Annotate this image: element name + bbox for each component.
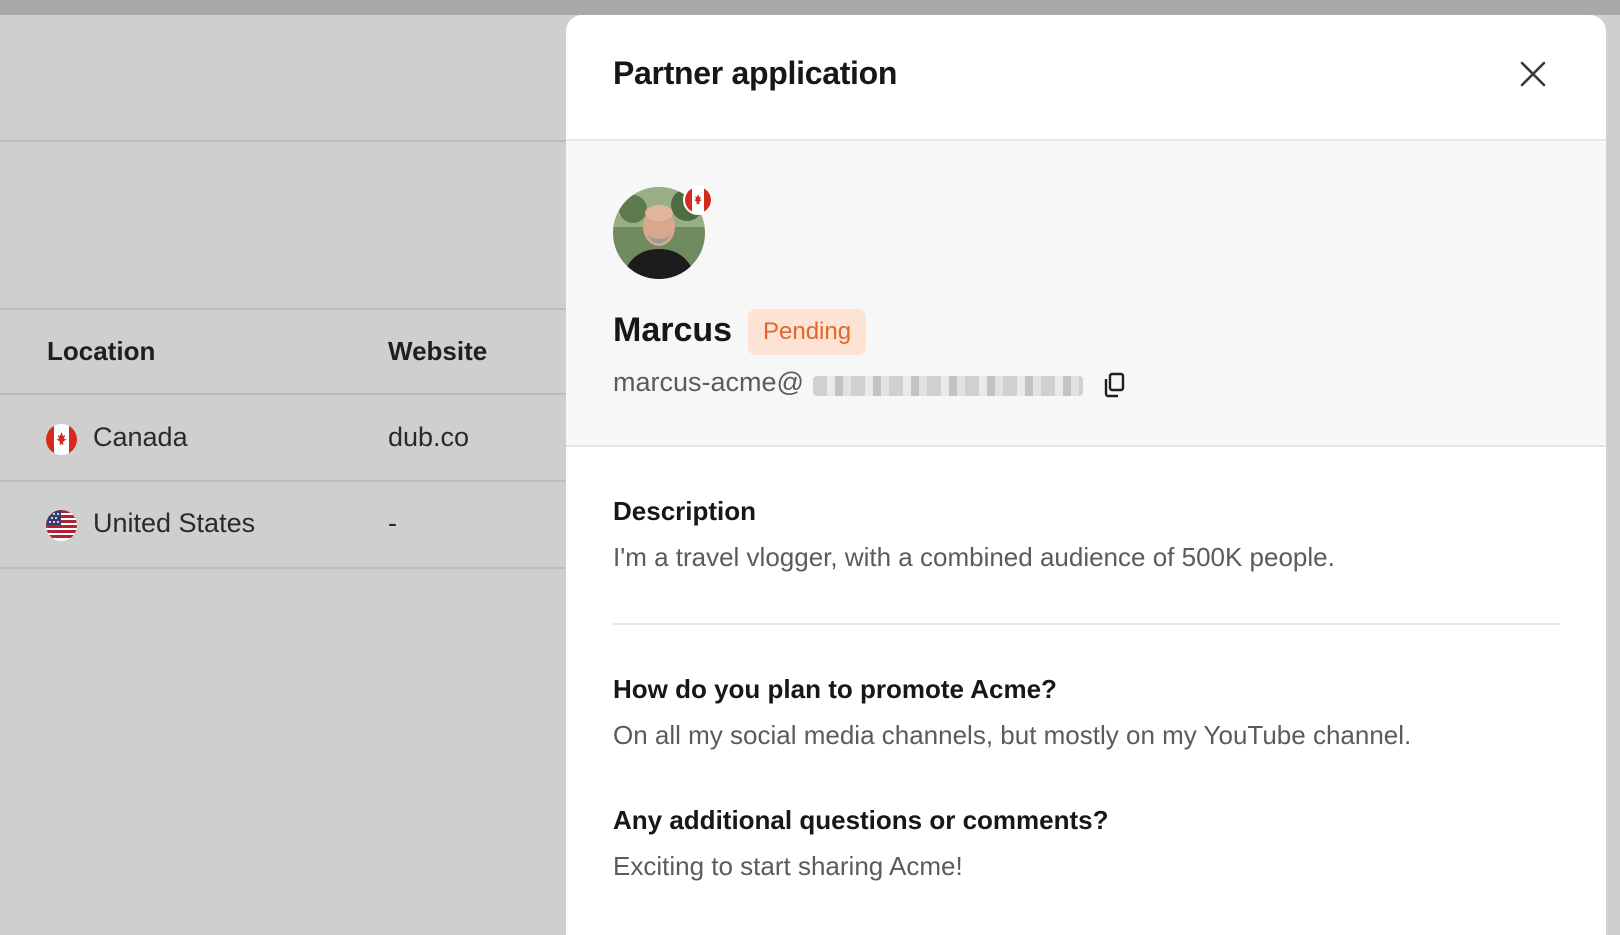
email-domain-redacted xyxy=(813,376,1083,396)
website-cell[interactable]: dub.co xyxy=(388,422,469,453)
location-cell: United States xyxy=(93,508,256,538)
table-divider xyxy=(0,140,570,142)
panel-title: Partner application xyxy=(613,55,898,91)
section-heading-description: Description xyxy=(613,496,757,526)
copy-icon xyxy=(1104,372,1125,398)
canada-flag-icon xyxy=(46,424,77,455)
status-badge: Pending xyxy=(748,309,867,355)
section-body-promotion: On all my social media channels, but mos… xyxy=(613,720,1412,750)
table-divider xyxy=(0,567,570,569)
canada-flag-icon xyxy=(683,185,713,215)
table-divider xyxy=(0,308,570,310)
location-cell: Canada xyxy=(93,422,188,452)
partners-table-background xyxy=(0,15,570,920)
table-divider xyxy=(0,480,570,482)
close-icon xyxy=(1520,61,1546,87)
email-text: marcus-acme@ xyxy=(613,367,804,397)
partner-name: Marcus xyxy=(613,311,733,349)
usa-flag-icon xyxy=(46,510,77,541)
close-button[interactable] xyxy=(1514,55,1552,93)
column-header-location[interactable]: Location xyxy=(47,336,155,367)
partner-profile: Marcus Pending marcus-acme@ xyxy=(566,141,1606,447)
section-body-description: I'm a travel vlogger, with a combined au… xyxy=(613,542,1335,572)
section-heading-comments: Any additional questions or comments? xyxy=(613,805,1109,835)
website-cell: - xyxy=(388,508,397,538)
top-strip xyxy=(0,0,1620,15)
section-heading-promotion: How do you plan to promote Acme? xyxy=(613,674,1057,704)
panel-header: Partner application xyxy=(566,15,1606,141)
section-body-comments: Exciting to start sharing Acme! xyxy=(613,851,963,881)
section-divider xyxy=(613,623,1560,625)
table-divider xyxy=(0,393,570,395)
partner-application-panel: Partner application Marcus Pending marcu… xyxy=(566,15,1606,935)
column-header-website[interactable]: Website xyxy=(388,336,487,367)
copy-email-button[interactable] xyxy=(1101,371,1127,399)
